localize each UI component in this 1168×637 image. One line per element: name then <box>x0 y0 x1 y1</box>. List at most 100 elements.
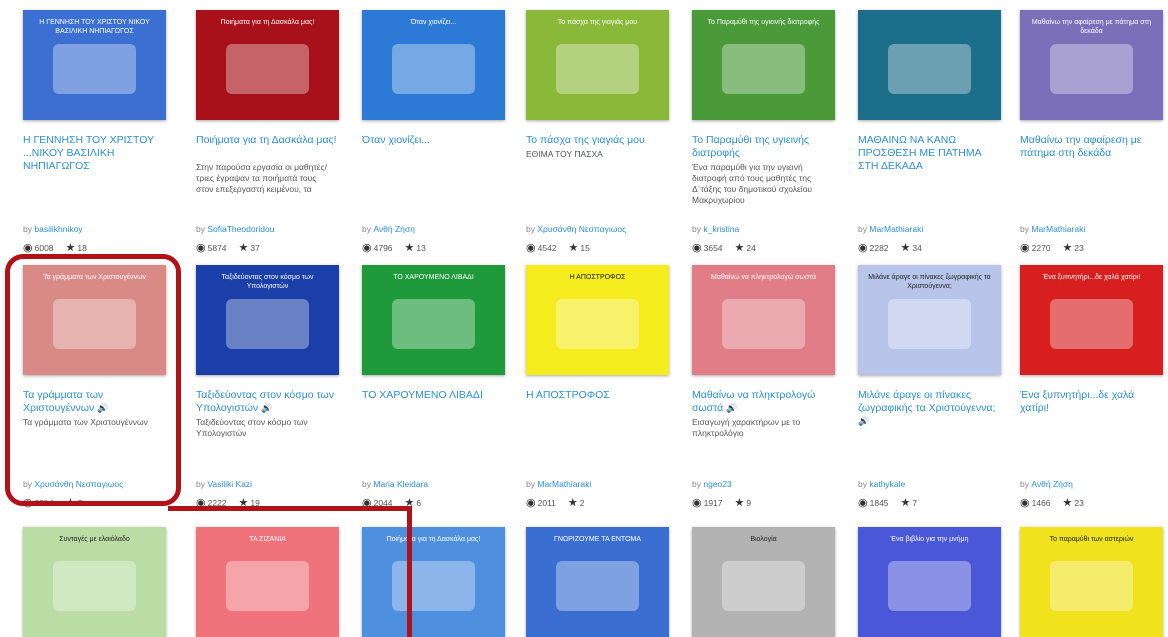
book-cover[interactable]: Το παραμύθι των αστεριών <box>1020 527 1163 637</box>
book-card[interactable]: Η ΑΠΟΣΤΡΟΦΟΣ Η ΑΠΟΣΤΡΟΦΟΣ by MarMathiaraki… <box>526 265 669 510</box>
book-title-text[interactable]: Μαθαίνω την αφαίρεση με πάτημα στη δεκάδ… <box>1020 134 1141 159</box>
book-title-text[interactable]: Μαθαίνω να πληκτρολογώ σωστά <box>692 389 815 414</box>
book-author[interactable]: by kathykale <box>858 479 905 489</box>
book-title-text[interactable]: Ποιήματα για τη Δασκάλα μας! <box>196 134 337 146</box>
book-author[interactable]: by MarMathiaraki <box>526 479 591 489</box>
book-author[interactable]: by Maria Kleidara <box>362 479 428 489</box>
book-author[interactable]: by Χρυσάνθη Νεσπαγιωος <box>526 224 626 234</box>
star-count: 13 <box>416 243 426 253</box>
author-name[interactable]: Χρυσάνθη Νεσπαγιωος <box>537 224 626 234</box>
by-label: by <box>526 479 535 489</box>
book-card[interactable]: Μιλάνε άραγε οι πίνακες ζωγραφικής τα Χρ… <box>858 265 1001 510</box>
book-cover[interactable]: Μαθαίνω να πληκτρολογώ σωστά <box>692 265 835 375</box>
book-cover[interactable]: Όταν χιονίζει... <box>362 10 505 120</box>
book-title-link[interactable]: Μιλάνε άραγε οι πίνακες ζωγραφικής τα Χρ… <box>858 389 1001 428</box>
book-cover[interactable]: ΓΝΩΡΙΖΟΥΜΕ ΤΑ ΕΝΤΟΜΑ <box>526 527 669 637</box>
book-title-link[interactable]: Ταξιδεύοντας στον κόσμο των Υπολογιστών … <box>196 389 339 415</box>
book-author[interactable]: by Ανθή Ζήση <box>362 224 415 234</box>
book-card[interactable]: Συνταγές με ελαιόλαδο <box>23 527 166 637</box>
book-title-link[interactable]: ΜΑΘΑΙΝΩ ΝΑ ΚΑΝΩ ΠΡΟΣΘΕΣΗ ΜΕ ΠΑΤΗΜΑ ΣΤΗ Δ… <box>858 134 1001 173</box>
book-title-text[interactable]: Το πάσχα της γιαγιάς μου <box>526 134 645 146</box>
book-title-link[interactable]: Ένα ξυπνητήρι...δε χαλά χατίρι! <box>1020 389 1163 415</box>
book-author[interactable]: by basilikhnikoy <box>23 224 83 234</box>
author-name[interactable]: kathykale <box>869 479 905 489</box>
eye-icon: ◉ <box>1020 497 1030 509</box>
book-card[interactable]: ΓΝΩΡΙΖΟΥΜΕ ΤΑ ΕΝΤΟΜΑ <box>526 527 669 637</box>
book-card[interactable]: Βιολογία <box>692 527 835 637</box>
book-cover[interactable]: Ένα βιβλίο για την μνήμη <box>858 527 1001 637</box>
author-name[interactable]: Vasiliki Kazi <box>207 479 252 489</box>
book-title-link[interactable]: Το Παραμύθι της υγιεινής διατροφής <box>692 134 835 160</box>
cover-illustration <box>226 44 309 94</box>
author-name[interactable]: k_kristina <box>703 224 739 234</box>
author-name[interactable]: Ανθή Ζήση <box>1031 479 1072 489</box>
book-title-text[interactable]: Η ΑΠΟΣΤΡΟΦΟΣ <box>526 389 610 401</box>
book-stats: ◉ 1466 ★ 23 <box>1020 496 1084 509</box>
book-cover[interactable]: Βιολογία <box>692 527 835 637</box>
cover-title: Το πάσχα της γιαγιάς μου <box>557 19 638 26</box>
book-author[interactable]: by SofiaTheodoridou <box>196 224 274 234</box>
book-cover[interactable]: Η ΑΠΟΣΤΡΟΦΟΣ <box>526 265 669 375</box>
book-cover[interactable]: Μιλάνε άραγε οι πίνακες ζωγραφικής τα Χρ… <box>858 265 1001 375</box>
book-title-link[interactable]: Ποιήματα για τη Δασκάλα μας! <box>196 134 339 147</box>
author-name[interactable]: basilikhnikoy <box>34 224 82 234</box>
author-name[interactable]: ngeo23 <box>703 479 731 489</box>
star-count: 9 <box>746 498 752 508</box>
book-cover[interactable]: Το πάσχα της γιαγιάς μου <box>526 10 669 120</box>
book-card[interactable]: Ένα ξυπνητήρι...δε χαλά χατίρι! Ένα ξυπνη… <box>1020 265 1163 510</box>
book-cover[interactable] <box>858 10 1001 120</box>
book-cover[interactable]: Ποιήματα για τη Δασκάλα μας! <box>362 527 505 637</box>
book-title-text[interactable]: Ένα ξυπνητήρι...δε χαλά χατίρι! <box>1020 389 1134 414</box>
book-author[interactable]: by k_kristina <box>692 224 739 234</box>
book-card[interactable]: Το Παραμύθι της υγιεινής διατροφής Το Παρ… <box>692 10 835 255</box>
author-name[interactable]: MarMathiaraki <box>1031 224 1085 234</box>
book-title-text[interactable]: Η ΓΕΝΝΗΣΗ ΤΟΥ ΧΡΙΣΤΟΥ ...ΝΙΚΟΥ ΒΑΣΙΛΙΚΗ … <box>23 134 154 172</box>
author-name[interactable]: SofiaTheodoridou <box>207 224 274 234</box>
book-cover[interactable]: Το Παραμύθι της υγιεινής διατροφής <box>692 10 835 120</box>
author-name[interactable]: MarMathiaraki <box>869 224 923 234</box>
book-stats: ◉ 1845 ★ 7 <box>858 496 917 509</box>
book-card[interactable]: Το παραμύθι των αστεριών <box>1020 527 1163 637</box>
book-author[interactable]: by MarMathiaraki <box>1020 224 1085 234</box>
book-title-link[interactable]: Μαθαίνω να πληκτρολογώ σωστά 🔊 <box>692 389 835 415</box>
book-card[interactable]: Το πάσχα της γιαγιάς μου Το πάσχα της για… <box>526 10 669 255</box>
book-author[interactable]: by MarMathiaraki <box>858 224 923 234</box>
book-title-link[interactable]: Μαθαίνω την αφαίρεση με πάτημα στη δεκάδ… <box>1020 134 1163 160</box>
book-title-text[interactable]: Το Παραμύθι της υγιεινής διατροφής <box>692 134 809 159</box>
book-author[interactable]: by ngeo23 <box>692 479 732 489</box>
author-name[interactable]: Ανθή Ζήση <box>373 224 414 234</box>
book-cover[interactable]: Ένα ξυπνητήρι...δε χαλά χατίρι! <box>1020 265 1163 375</box>
book-title-link[interactable]: Η ΓΕΝΝΗΣΗ ΤΟΥ ΧΡΙΣΤΟΥ ...ΝΙΚΟΥ ΒΑΣΙΛΙΚΗ … <box>23 134 166 173</box>
book-title-text[interactable]: Μιλάνε άραγε οι πίνακες ζωγραφικής τα Χρ… <box>858 389 995 414</box>
book-title-link[interactable]: ΤΟ ΧΑΡΟΥΜΕΝΟ ΛΙΒΑΔΙ <box>362 389 505 402</box>
book-cover[interactable]: Συνταγές με ελαιόλαδο <box>23 527 166 637</box>
book-author[interactable]: by Ανθή Ζήση <box>1020 479 1073 489</box>
book-title-link[interactable]: Η ΑΠΟΣΤΡΟΦΟΣ <box>526 389 669 402</box>
book-cover[interactable]: Η ΓΕΝΝΗΣΗ ΤΟΥ ΧΡΙΣΤΟΥ ΝΙΚΟΥ ΒΑΣΙΛΙΚΗ ΝΗΠ… <box>23 10 166 120</box>
book-author[interactable]: by Vasiliki Kazi <box>196 479 252 489</box>
book-title-link[interactable]: Όταν χιονίζει... <box>362 134 505 147</box>
author-name[interactable]: MarMathiaraki <box>537 479 591 489</box>
book-title-link[interactable]: Το πάσχα της γιαγιάς μου <box>526 134 669 147</box>
book-title-text[interactable]: Όταν χιονίζει... <box>362 134 430 146</box>
book-title-text[interactable]: ΜΑΘΑΙΝΩ ΝΑ ΚΑΝΩ ΠΡΟΣΘΕΣΗ ΜΕ ΠΑΤΗΜΑ ΣΤΗ Δ… <box>858 134 981 172</box>
by-label: by <box>692 479 701 489</box>
book-card[interactable]: Μαθαίνω να πληκτρολογώ σωστά Μαθαίνω να π… <box>692 265 835 510</box>
book-cover[interactable]: Ταξιδεύοντας στον κόσμο των Υπολογιστών <box>196 265 339 375</box>
book-card[interactable]: ΤΟ ΧΑΡΟΥΜΕΝΟ ΛΙΒΑΔΙ ΤΟ ΧΑΡΟΥΜΕΝΟ ΛΙΒΑΔΙ by… <box>362 265 505 510</box>
book-card[interactable]: Όταν χιονίζει... Όταν χιονίζει... by Ανθή … <box>362 10 505 255</box>
book-cover[interactable]: Μαθαίνω την αφαίρεση με πάτημα στη δεκάδ… <box>1020 10 1163 120</box>
book-cover[interactable]: Ποιήματα για τη Δασκάλα μας! <box>196 10 339 120</box>
book-card[interactable]: Μαθαίνω την αφαίρεση με πάτημα στη δεκάδ… <box>1020 10 1163 255</box>
book-card[interactable]: Ποιήματα για τη Δασκάλα μας! <box>362 527 505 637</box>
book-card[interactable]: Ταξιδεύοντας στον κόσμο των Υπολογιστών Τ… <box>196 265 339 510</box>
book-card[interactable]: Η ΓΕΝΝΗΣΗ ΤΟΥ ΧΡΙΣΤΟΥ ΝΙΚΟΥ ΒΑΣΙΛΙΚΗ ΝΗΠ… <box>23 10 166 255</box>
author-name[interactable]: Maria Kleidara <box>373 479 428 489</box>
book-card[interactable]: Ένα βιβλίο για την μνήμη <box>858 527 1001 637</box>
book-card[interactable]: ΜΑΘΑΙΝΩ ΝΑ ΚΑΝΩ ΠΡΟΣΘΕΣΗ ΜΕ ΠΑΤΗΜΑ ΣΤΗ Δ… <box>858 10 1001 255</box>
book-cover[interactable]: ΤΟ ΧΑΡΟΥΜΕΝΟ ΛΙΒΑΔΙ <box>362 265 505 375</box>
book-card[interactable]: ΤΑ ΖΙΖΑΝΙΑ <box>196 527 339 637</box>
book-title-text[interactable]: ΤΟ ΧΑΡΟΥΜΕΝΟ ΛΙΒΑΔΙ <box>362 389 483 401</box>
book-cover[interactable]: ΤΑ ΖΙΖΑΝΙΑ <box>196 527 339 637</box>
book-card[interactable]: Ποιήματα για τη Δασκάλα μας! Ποιήματα για… <box>196 10 339 255</box>
